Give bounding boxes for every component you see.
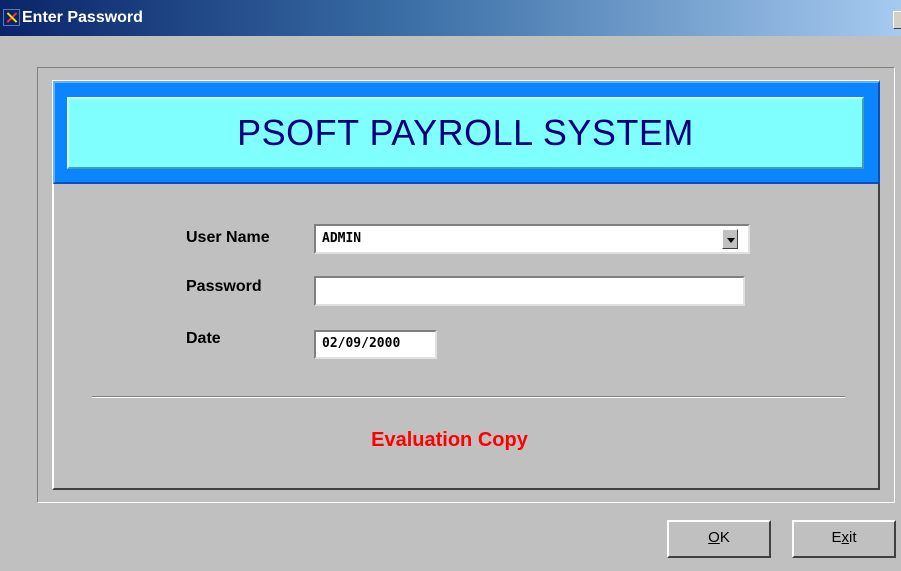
- exit-button-label-start: E: [831, 529, 842, 546]
- window-title: Enter Password: [22, 9, 143, 26]
- ok-button-label-rest: K: [719, 529, 730, 546]
- title-bar-button[interactable]: [893, 11, 901, 29]
- evaluation-notice: Evaluation Copy: [0, 429, 901, 452]
- banner: PSOFT PAYROLL SYSTEM: [67, 97, 864, 169]
- enter-password-window: Enter Password PSOFT PAYROLL SYSTEM User…: [0, 0, 901, 571]
- chevron-down-icon: [727, 238, 735, 243]
- date-field[interactable]: 02/09/2000: [314, 330, 437, 359]
- exit-button-label-rest: it: [849, 529, 857, 546]
- password-label: Password: [186, 278, 262, 295]
- user-name-label: User Name: [186, 229, 270, 246]
- evaluation-notice-text: Evaluation Copy: [371, 429, 528, 451]
- user-name-dropdown-button[interactable]: [722, 229, 738, 249]
- psoft-logo-icon[interactable]: [3, 9, 20, 26]
- ok-button[interactable]: OK: [667, 520, 771, 558]
- date-label: Date: [186, 330, 221, 347]
- separator: [92, 396, 845, 398]
- user-name-value: ADMIN: [322, 231, 362, 246]
- title-bar[interactable]: Enter Password: [0, 0, 901, 36]
- exit-button-mnemonic: x: [841, 529, 850, 546]
- ok-button-mnemonic: O: [708, 529, 720, 546]
- user-name-dropdown[interactable]: ADMIN: [314, 224, 750, 254]
- exit-button[interactable]: Exit: [792, 520, 896, 558]
- banner-title: PSOFT PAYROLL SYSTEM: [237, 112, 694, 153]
- password-field[interactable]: [314, 276, 745, 306]
